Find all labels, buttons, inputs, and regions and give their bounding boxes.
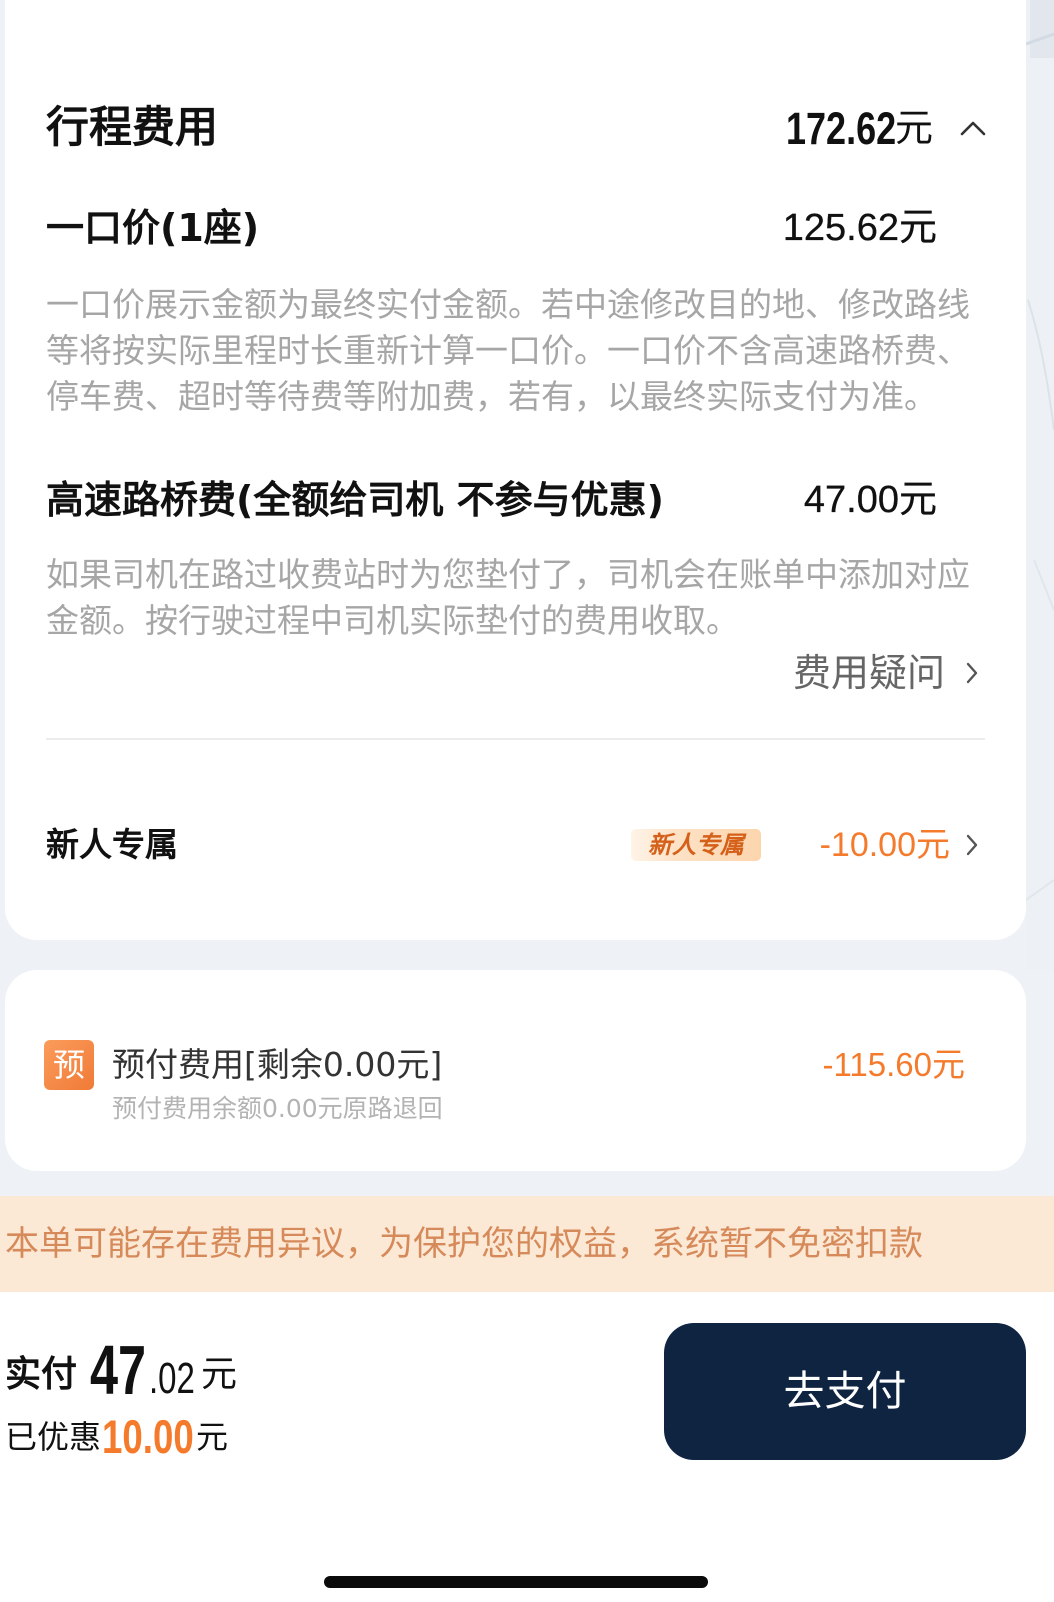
- divider: [46, 738, 985, 740]
- newcomer-badge: 新人专属: [631, 829, 761, 861]
- home-indicator[interactable]: [324, 1576, 708, 1588]
- prepaid-card: 预 预付费用[剩余0.00元] 预付费用余额0.00元原路退回 -115.60元: [5, 970, 1026, 1171]
- chevron-right-icon[interactable]: [966, 662, 978, 684]
- notice-banner: 本单可能存在费用异议，为保护您的权益，系统暂不免密扣款: [0, 1196, 1054, 1292]
- trip-fee-total-amount: 172.62: [786, 103, 897, 154]
- prepaid-subtitle: 预付费用余额0.00元原路退回: [112, 1094, 443, 1123]
- discount-amount: 10.00: [102, 1410, 194, 1463]
- prepaid-icon: 预: [44, 1040, 94, 1090]
- fixed-price-row: 一口价(1座) 125.62元: [46, 198, 937, 258]
- chevron-up-icon[interactable]: [960, 119, 986, 137]
- fixed-price-amount: 125.62元: [782, 207, 938, 249]
- paid-amount-decimal: .02: [149, 1354, 195, 1403]
- fixed-price-label: 一口价(1座): [46, 206, 260, 250]
- map-background: [1025, 0, 1054, 970]
- fee-question-label: 费用疑问: [792, 651, 945, 695]
- trip-fee-header[interactable]: 行程费用 172.62 元: [46, 98, 987, 158]
- toll-fee-description: 如果司机在路过收费站时为您垫付了，司机会在账单中添加对应 金额。按行驶过程中司机…: [46, 552, 970, 644]
- description-line: 如果司机在路过收费站时为您垫付了，司机会在账单中添加对应: [46, 555, 970, 594]
- paid-amount-integer: 47: [90, 1331, 147, 1409]
- newcomer-discount-label: 新人专属: [46, 825, 178, 864]
- discount-unit: 元: [196, 1418, 229, 1456]
- discount-label: 已优惠: [5, 1418, 102, 1456]
- toll-fee-label: 高速路桥费(全额给司机 不参与优惠): [46, 478, 664, 522]
- newcomer-discount-amount: -10.00元: [819, 826, 950, 864]
- notice-text: 本单可能存在费用异议，为保护您的权益，系统暂不免密扣款: [5, 1224, 923, 1264]
- payment-footer: 实付 47 .02 元 已优惠 10.00 元 去支付: [0, 1292, 1054, 1602]
- description-line: 等将按实际里程时长重新计算一口价。一口价不含高速路桥费、: [46, 331, 970, 370]
- pay-button[interactable]: 去支付: [664, 1323, 1026, 1460]
- description-line: 金额。按行驶过程中司机实际垫付的费用收取。: [46, 601, 739, 640]
- prepaid-title: 预付费用[剩余0.00元]: [112, 1045, 443, 1084]
- toll-fee-row: 高速路桥费(全额给司机 不参与优惠) 47.00元: [46, 470, 937, 530]
- trip-fee-card: 行程费用 172.62 元 一口价(1座) 125.62元 一口价展示金额为最终…: [5, 0, 1026, 940]
- chevron-right-icon[interactable]: [966, 834, 978, 856]
- paid-label: 实付: [5, 1354, 78, 1395]
- description-line: 停车费、超时等待费等附加费，若有，以最终实际支付为准。: [46, 377, 937, 416]
- fixed-price-description: 一口价展示金额为最终实付金额。若中途修改目的地、修改路线 等将按实际里程时长重新…: [46, 282, 970, 420]
- prepaid-amount: -115.60元: [822, 1046, 965, 1083]
- fee-question-link[interactable]: 费用疑问: [46, 648, 978, 698]
- trip-fee-title: 行程费用: [46, 103, 218, 153]
- newcomer-discount-row[interactable]: 新人专属 新人专属 -10.00元: [46, 820, 978, 870]
- paid-unit: 元: [201, 1354, 238, 1395]
- toll-fee-amount: 47.00元: [803, 479, 937, 521]
- trip-fee-total-unit: 元: [895, 106, 934, 150]
- description-line: 一口价展示金额为最终实付金额。若中途修改目的地、修改路线: [46, 285, 970, 324]
